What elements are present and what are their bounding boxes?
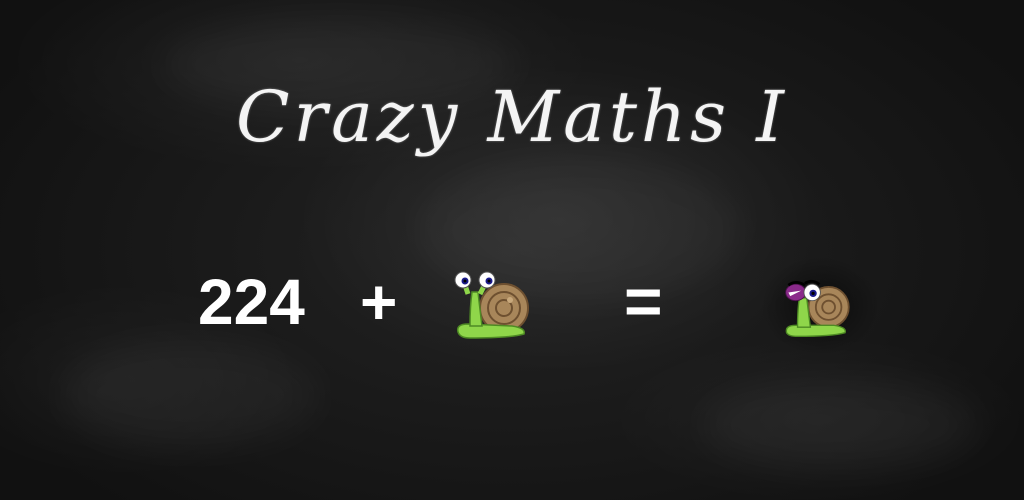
equation-number: 224 [198, 266, 305, 338]
chalk-smudge [60, 340, 320, 450]
snail-icon [454, 271, 529, 339]
chalk-smudge [700, 380, 980, 470]
math-equation: 224 + = [0, 262, 1024, 352]
winking-snail-icon [785, 279, 850, 338]
game-title: Crazy Maths I [236, 76, 788, 158]
equals-sign: = [624, 264, 663, 338]
plus-sign: + [360, 266, 398, 338]
chalkboard-background: Crazy Maths I 224 + = [0, 0, 1024, 500]
